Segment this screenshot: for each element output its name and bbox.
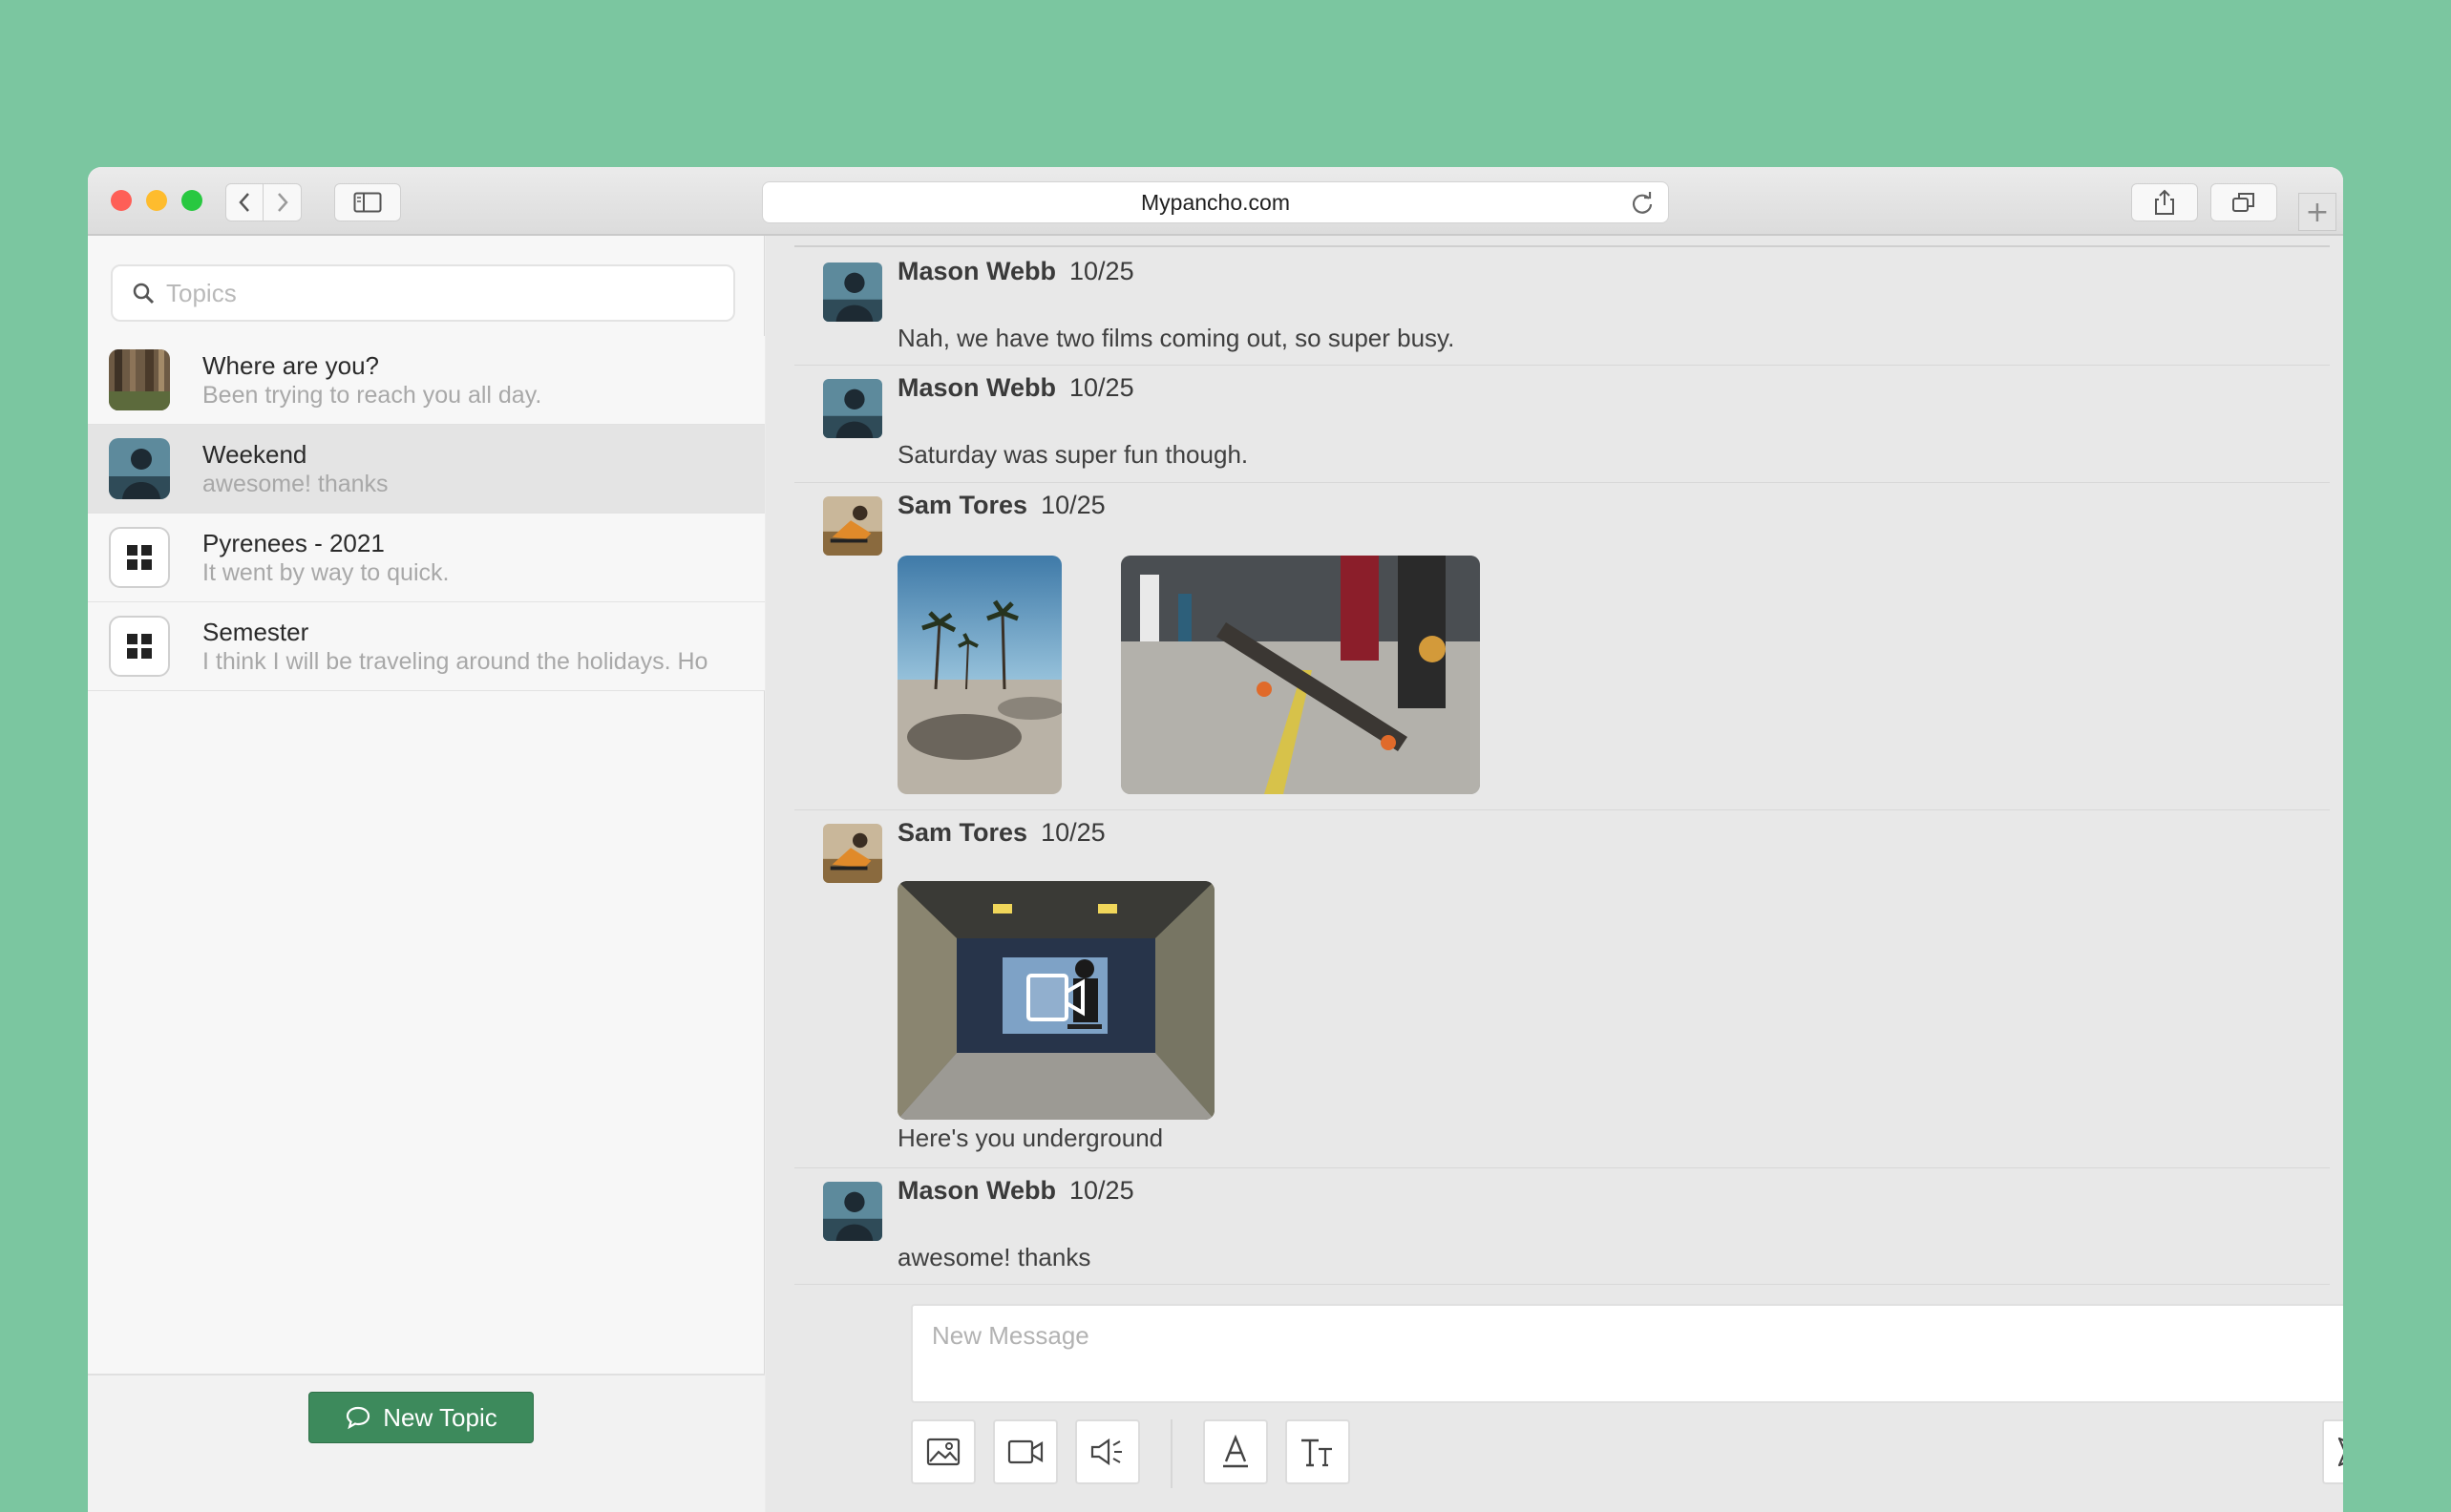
divider — [794, 245, 2330, 247]
sidebar-icon — [353, 192, 382, 213]
topic-title: Pyrenees - 2021 — [202, 529, 385, 557]
palm-trees-skatepark-photo[interactable] — [898, 556, 1062, 794]
chevron-left-icon — [239, 193, 249, 212]
new-topic-button[interactable]: New Topic — [308, 1392, 534, 1443]
close-window-button[interactable] — [111, 190, 132, 211]
topic-title: Weekend — [202, 440, 307, 469]
message-header: Mason Webb 10/25 — [898, 257, 1134, 286]
message: Mason Webb 10/25 awesome! thanks — [794, 1168, 2330, 1285]
avatar — [823, 262, 882, 322]
sidebar-toggle-button[interactable] — [334, 183, 401, 221]
new-message-input[interactable] — [913, 1306, 2343, 1401]
maximize-window-button[interactable] — [181, 190, 202, 211]
topics-sidebar: Where are you? Been trying to reach you … — [88, 236, 765, 1512]
video-caption: Here's you underground — [898, 1124, 1164, 1152]
text-color-button[interactable] — [1203, 1419, 1268, 1484]
text-color-icon — [1223, 1435, 1248, 1468]
avatar — [823, 824, 882, 883]
message-thread: Mason Webb 10/25 Nah, we have two films c… — [766, 236, 2343, 1512]
message-header: Mason Webb 10/25 — [898, 373, 1134, 403]
message-date: 10/25 — [1069, 257, 1134, 285]
message: Sam Tores 10/25 — [794, 483, 2330, 810]
topic-title: Where are you? — [202, 351, 379, 380]
topic-preview: Been trying to reach you all day. — [202, 382, 542, 409]
message-text: Saturday was super fun though. — [898, 440, 1249, 469]
share-icon — [2155, 189, 2174, 215]
message-header: Sam Tores 10/25 — [898, 491, 1106, 520]
grid-icon — [109, 527, 170, 588]
topic-search — [111, 264, 735, 322]
message: Mason Webb 10/25 Saturday was super fun t… — [794, 366, 2330, 483]
skateboard-trick-photo[interactable] — [1121, 556, 1480, 794]
topic-title: Semester — [202, 618, 309, 646]
message-date: 10/25 — [1069, 1176, 1134, 1205]
url-text: Mypancho.com — [1141, 189, 1290, 215]
message-text: Nah, we have two films coming out, so su… — [898, 324, 1455, 352]
author-name: Mason Webb — [898, 257, 1057, 285]
topic-preview: awesome! thanks — [202, 471, 389, 497]
insert-video-button[interactable] — [993, 1419, 1058, 1484]
send-button[interactable] — [2322, 1419, 2343, 1484]
search-icon — [133, 283, 155, 304]
message-header: Sam Tores 10/25 — [898, 818, 1106, 848]
audio-icon — [1090, 1438, 1122, 1466]
avatar — [823, 1182, 882, 1241]
author-name: Sam Tores — [898, 491, 1028, 519]
insert-audio-button[interactable] — [1075, 1419, 1140, 1484]
browser-toolbar: Mypancho.com + — [88, 167, 2343, 236]
new-tab-button[interactable]: + — [2298, 193, 2336, 231]
image-icon — [926, 1438, 961, 1466]
insert-image-button[interactable] — [911, 1419, 976, 1484]
topic-avatar — [109, 349, 170, 410]
message-date: 10/25 — [1069, 373, 1134, 402]
text-size-icon — [1301, 1438, 1332, 1467]
message-composer — [911, 1304, 2343, 1403]
browser-window: Mypancho.com + Where are you? Been tryin… — [88, 167, 2343, 1512]
tabs-icon — [2232, 193, 2254, 212]
address-bar[interactable]: Mypancho.com — [762, 181, 1669, 223]
reload-icon[interactable] — [1630, 191, 1655, 216]
topic-item[interactable]: Where are you? Been trying to reach you … — [88, 336, 765, 425]
topic-item[interactable]: Pyrenees - 2021 It went by way to quick. — [88, 514, 765, 602]
author-name: Mason Webb — [898, 1176, 1057, 1205]
topic-item[interactable]: Semester I think I will be traveling aro… — [88, 602, 765, 691]
toolbar-divider — [1171, 1419, 1173, 1488]
sidebar-footer: New Topic — [88, 1374, 765, 1512]
new-topic-label: New Topic — [383, 1402, 497, 1432]
author-name: Mason Webb — [898, 373, 1057, 402]
underground-skater-video[interactable] — [898, 881, 1215, 1120]
topic-item[interactable]: Weekend awesome! thanks — [88, 425, 765, 514]
show-tabs-button[interactable] — [2210, 183, 2277, 221]
avatar — [823, 496, 882, 556]
message-date: 10/25 — [1041, 818, 1106, 847]
message: Sam Tores 10/25 Here's you underground — [794, 810, 2330, 1168]
message-header: Mason Webb 10/25 — [898, 1176, 1134, 1206]
message-date: 10/25 — [1041, 491, 1106, 519]
search-input[interactable] — [166, 278, 701, 308]
video-play-icon — [1026, 974, 1085, 1021]
topic-avatar — [109, 438, 170, 499]
message: Mason Webb 10/25 Nah, we have two films c… — [794, 249, 2330, 366]
chevron-right-icon — [277, 193, 288, 212]
avatar — [823, 379, 882, 438]
message-text: awesome! thanks — [898, 1243, 1091, 1271]
chat-bubble-icon — [347, 1406, 370, 1430]
grid-icon — [109, 616, 170, 677]
share-button[interactable] — [2131, 183, 2198, 221]
topic-list: Where are you? Been trying to reach you … — [88, 336, 765, 691]
author-name: Sam Tores — [898, 818, 1028, 847]
forward-button[interactable] — [264, 183, 302, 221]
back-button[interactable] — [225, 183, 264, 221]
topic-preview: It went by way to quick. — [202, 559, 450, 586]
topic-preview: I think I will be traveling around the h… — [202, 648, 708, 675]
minimize-window-button[interactable] — [146, 190, 167, 211]
text-size-button[interactable] — [1285, 1419, 1350, 1484]
send-icon — [2337, 1437, 2343, 1467]
video-icon — [1007, 1439, 1044, 1464]
